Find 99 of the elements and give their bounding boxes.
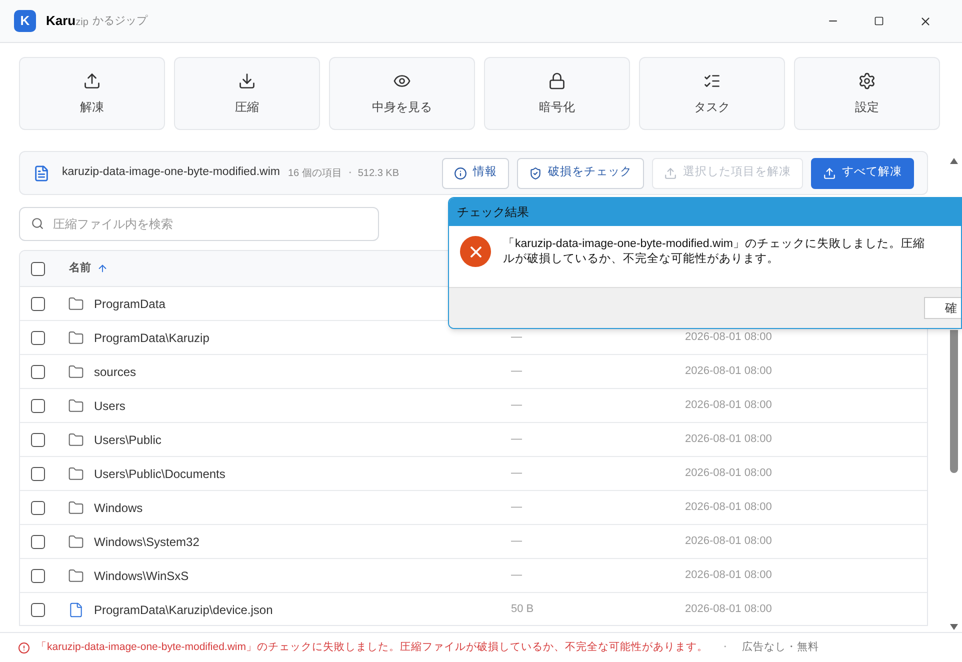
file-row[interactable]: ProgramData\Karuzip\device.json 50 B 2026-08-01 08:00	[20, 593, 927, 625]
file-name: Users\Public	[94, 432, 162, 448]
toolbar-button[interactable]: タスク	[639, 57, 785, 130]
action-button[interactable]: 情報	[442, 158, 509, 188]
archive-size: 512.3 KB	[358, 166, 400, 180]
file-size: —	[511, 398, 523, 414]
upload-icon	[83, 72, 101, 90]
info-icon	[454, 166, 467, 180]
toolbar-button[interactable]: 中身を見る	[329, 57, 475, 130]
checkbox[interactable]	[31, 262, 45, 276]
window-subtitle: かるジップ	[92, 14, 148, 29]
file-row[interactable]: Users\Public — 2026-08-01 08:00	[20, 423, 927, 457]
checkbox[interactable]	[31, 296, 45, 310]
upload-icon	[823, 166, 836, 180]
checkbox[interactable]	[31, 534, 45, 548]
checkbox[interactable]	[31, 364, 45, 378]
toolbar-button[interactable]: 解凍	[19, 57, 165, 130]
search-icon	[31, 217, 44, 230]
error-icon	[460, 236, 491, 267]
checkbox[interactable]	[31, 568, 45, 582]
file-name: sources	[94, 364, 138, 380]
file-size: —	[511, 466, 523, 482]
file-row[interactable]: Windows — 2026-08-01 08:00	[20, 491, 927, 525]
modified-date: 2026-08-01 08:00	[685, 568, 772, 584]
file-row[interactable]: sources — 2026-08-01 08:00	[20, 355, 927, 389]
separator-dot: ・	[344, 166, 355, 180]
modified-date: 2026-08-01 08:00	[685, 330, 772, 346]
file-size: —	[511, 500, 523, 516]
folder-icon	[68, 500, 84, 516]
file-name: ProgramData	[94, 296, 166, 312]
modified-date: 2026-08-01 08:00	[685, 500, 772, 516]
close-icon	[918, 14, 932, 28]
file-name: Windows	[94, 500, 144, 516]
modified-date: 2026-08-01 08:00	[685, 432, 772, 448]
file-size: —	[511, 568, 523, 584]
upload-icon	[664, 166, 677, 180]
file-row[interactable]: Windows\WinSxS — 2026-08-01 08:00	[20, 559, 927, 593]
confirm-button[interactable]: 確	[924, 297, 961, 319]
scroll-up-icon[interactable]	[950, 158, 958, 164]
checkbox[interactable]	[31, 330, 45, 344]
modified-date: 2026-08-01 08:00	[685, 602, 772, 618]
download-icon	[238, 72, 256, 90]
folder-icon	[68, 568, 84, 584]
file-row[interactable]: Users\Public\Documents — 2026-08-01 08:00	[20, 457, 927, 491]
scroll-down-icon[interactable]	[950, 624, 958, 630]
action-button[interactable]: 破損をチェック	[517, 158, 644, 188]
file-size: —	[511, 534, 523, 550]
sort-arrow-icon	[97, 263, 108, 274]
window-title: Karuzip	[46, 12, 88, 30]
shield-check-icon	[529, 166, 542, 180]
archive-name: karuzip-data-image-one-byte-modified.wim	[62, 165, 280, 180]
file-name: Users	[94, 398, 126, 414]
file-size: 50 B	[511, 602, 535, 618]
folder-icon	[68, 432, 84, 448]
folder-icon	[68, 364, 84, 380]
dialog-message: 「karuzip-data-image-one-byte-modified.wim」のチェックに失敗しました。圧縮 ルが破損しているか、不完全な可能性があります。	[503, 236, 925, 267]
toolbar-button[interactable]: 圧縮	[174, 57, 320, 130]
folder-icon	[68, 534, 84, 550]
checkbox[interactable]	[31, 500, 45, 514]
lock-icon	[548, 72, 566, 90]
file-name: Users\Public\Documents	[94, 466, 226, 482]
modified-date: 2026-08-01 08:00	[685, 364, 772, 380]
file-size: —	[511, 432, 523, 448]
toolbar-button[interactable]: 暗号化	[484, 57, 630, 130]
column-header[interactable]: 名前	[69, 260, 108, 277]
file-icon	[33, 164, 50, 182]
folder-icon	[68, 330, 84, 346]
file-row[interactable]: Windows\System32 — 2026-08-01 08:00	[20, 525, 927, 559]
scrollbar-thumb[interactable]	[950, 330, 958, 473]
file-size: —	[511, 364, 523, 380]
checkbox[interactable]	[31, 602, 45, 616]
status-message: 「karuzip-data-image-one-byte-modified.wim」のチェックに失敗しました。圧縮ファイルが破損しているか、不完全な可能性があります。	[36, 640, 708, 655]
app-logo: K	[14, 10, 36, 32]
file-name: Windows\WinSxS	[94, 568, 190, 584]
checkbox[interactable]	[31, 432, 45, 446]
file-name: ProgramData\Karuzip\device.json	[94, 602, 274, 618]
file-name: Windows\System32	[94, 534, 200, 550]
error-icon	[18, 642, 30, 654]
dialog-title: チェック結果	[457, 204, 529, 221]
toolbar-button[interactable]: 設定	[794, 57, 940, 130]
checkbox[interactable]	[31, 398, 45, 412]
modified-date: 2026-08-01 08:00	[685, 466, 772, 482]
item-count: 16 個の項目	[288, 166, 342, 180]
status-note: 広告なし・無料	[742, 640, 819, 655]
file-row[interactable]: Users — 2026-08-01 08:00	[20, 389, 927, 423]
folder-icon	[68, 296, 84, 312]
modified-date: 2026-08-01 08:00	[685, 398, 772, 414]
file-size: —	[511, 330, 523, 346]
action-button[interactable]: すべて解凍	[811, 158, 914, 188]
search-field[interactable]: 圧縮ファイル内を検索	[19, 207, 379, 241]
file-name: ProgramData\Karuzip	[94, 330, 210, 346]
settings-icon	[858, 72, 876, 90]
file-icon	[68, 602, 84, 618]
modified-date: 2026-08-01 08:00	[685, 534, 772, 550]
folder-icon	[68, 398, 84, 414]
separator-dot: ・	[720, 641, 730, 655]
folder-icon	[68, 466, 84, 482]
checkbox[interactable]	[31, 466, 45, 480]
maximize-icon	[874, 16, 884, 26]
